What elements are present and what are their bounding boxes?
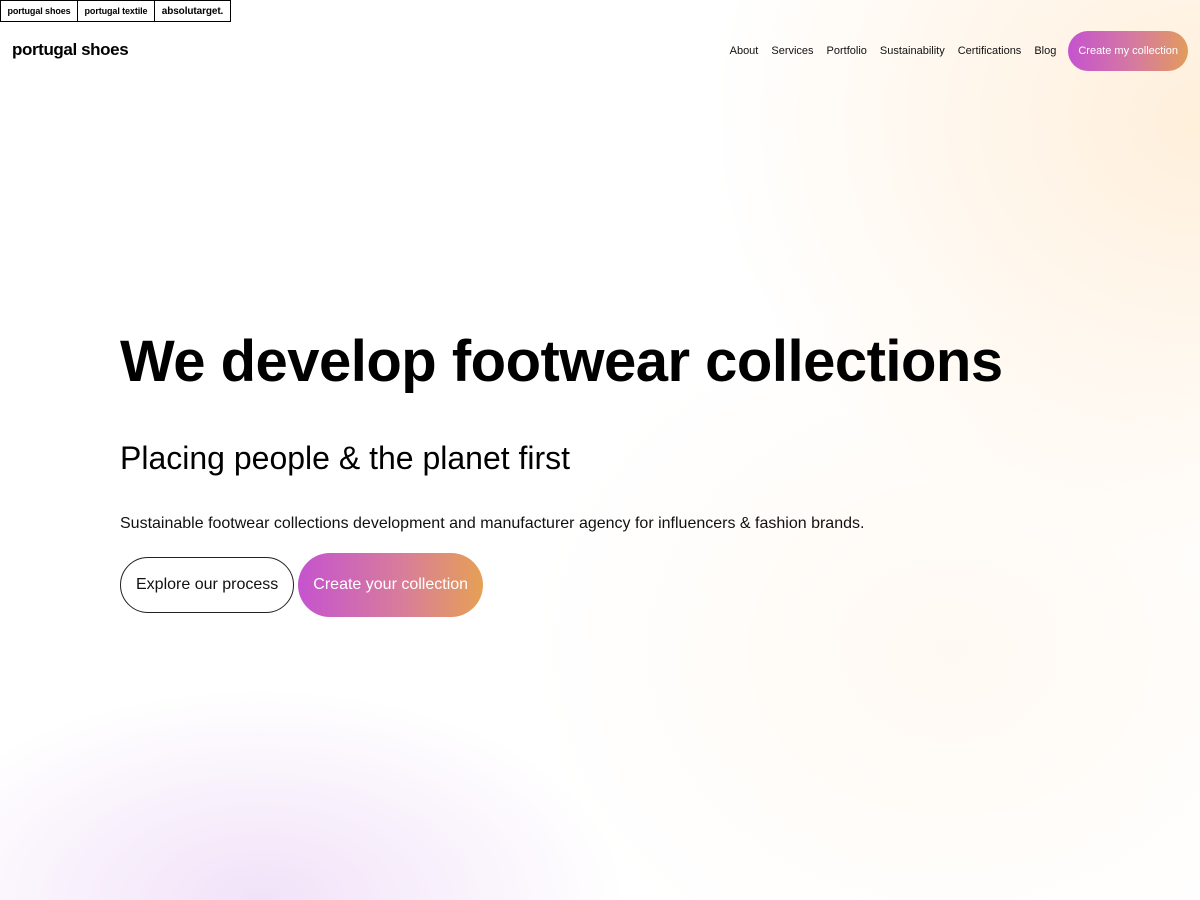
site-header: portugal shoes About Services Portfolio … — [0, 22, 1200, 80]
nav-link-about[interactable]: About — [730, 45, 759, 57]
create-my-collection-button[interactable]: Create my collection — [1068, 31, 1188, 71]
nav-link-portfolio[interactable]: Portfolio — [827, 45, 867, 57]
hero-description: Sustainable footwear collections develop… — [120, 515, 865, 532]
hero-section: We develop footwear collections Placing … — [120, 330, 1080, 617]
site-logo[interactable]: portugal shoes — [12, 40, 129, 60]
nav-link-services[interactable]: Services — [771, 45, 813, 57]
brand-tab-absolutarget[interactable]: absolutarget. — [155, 1, 230, 21]
hero-title: We develop footwear collections — [120, 329, 1003, 394]
main-nav: About Services Portfolio Sustainability … — [717, 31, 1188, 71]
brand-tab-portugal-shoes[interactable]: portugal shoes — [1, 1, 78, 21]
brand-tab-portugal-textile[interactable]: portugal textile — [78, 1, 155, 21]
hero-subtitle: Placing people & the planet first — [120, 440, 571, 476]
nav-link-blog[interactable]: Blog — [1034, 45, 1056, 57]
brand-switcher: portugal shoes portugal textile absoluta… — [0, 0, 231, 22]
nav-link-certifications[interactable]: Certifications — [958, 45, 1022, 57]
create-collection-button[interactable]: Create your collection — [298, 553, 484, 617]
nav-link-sustainability[interactable]: Sustainability — [880, 45, 945, 57]
explore-process-button[interactable]: Explore our process — [120, 557, 295, 613]
hero-actions: Explore our process Create your collecti… — [120, 553, 1080, 617]
